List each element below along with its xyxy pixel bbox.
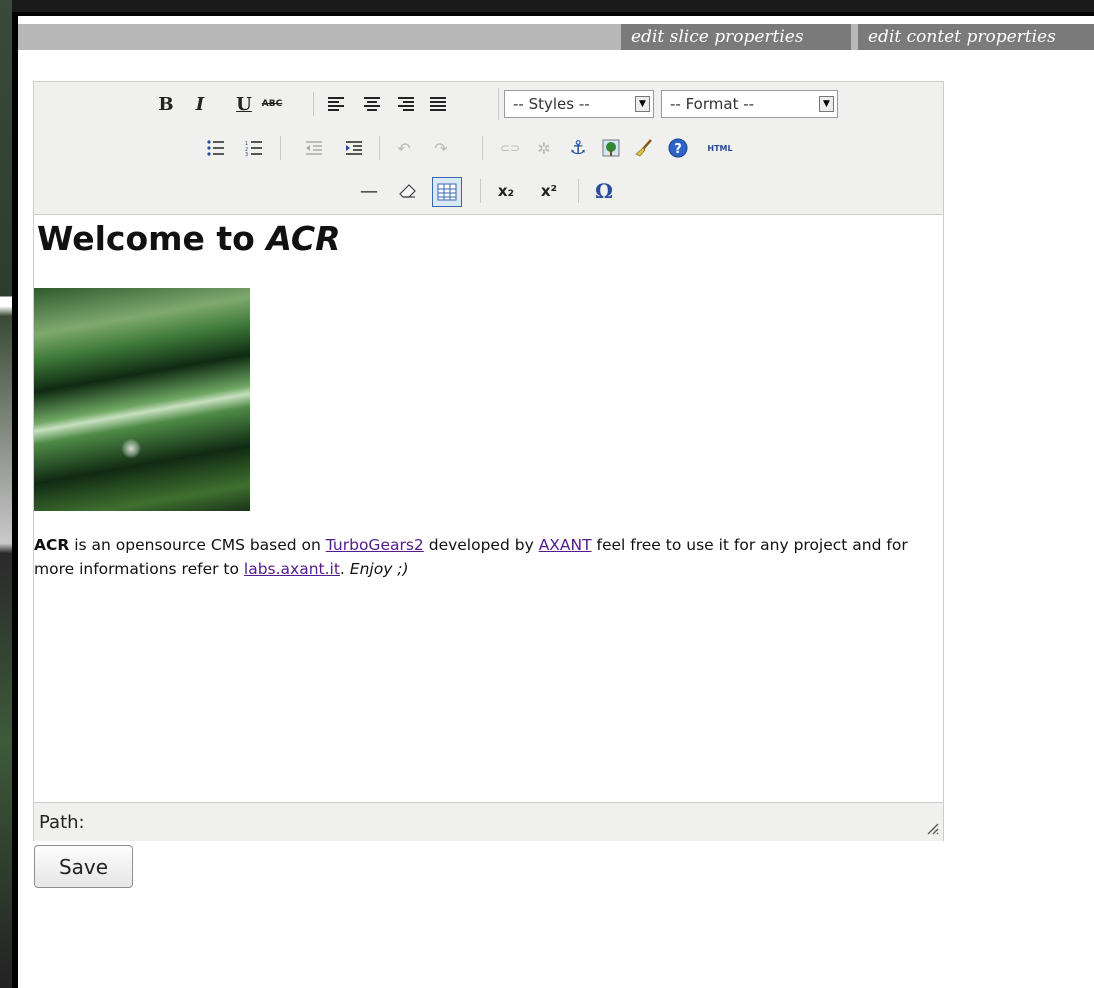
heading-emphasis: ACR <box>266 219 341 258</box>
axant-link[interactable]: AXANT <box>539 536 592 554</box>
redo-icon[interactable]: ↷ <box>429 136 453 160</box>
strikethrough-button[interactable]: ABC <box>260 92 284 116</box>
outdent-icon[interactable] <box>302 136 326 160</box>
toolbar-separator <box>578 179 579 203</box>
italic-button[interactable]: I <box>188 92 212 116</box>
chevron-down-icon: ▼ <box>819 96 834 112</box>
para-emphasis: Enjoy ;) <box>349 560 409 578</box>
tab-edit-content-properties[interactable]: edit contet properties <box>858 24 1094 50</box>
para-text: is an opensource CMS based on <box>69 536 326 554</box>
align-center-icon[interactable] <box>360 92 384 116</box>
indent-icon[interactable] <box>342 136 366 160</box>
para-text: . <box>339 560 350 578</box>
align-justify-icon[interactable] <box>426 92 450 116</box>
toolbar-separator <box>498 88 499 120</box>
toolbar-separator <box>482 136 483 160</box>
background-strip <box>0 0 12 988</box>
turbogears-link[interactable]: TurboGears2 <box>326 536 424 554</box>
horizontal-rule-icon[interactable]: — <box>357 179 381 203</box>
special-char-button[interactable]: Ω <box>592 179 616 203</box>
subscript-button[interactable]: x₂ <box>494 179 518 203</box>
tab-edit-slice-properties[interactable]: edit slice properties <box>621 24 851 50</box>
labs-axant-link[interactable]: labs.axant.it <box>244 560 340 578</box>
format-select[interactable]: -- Format -- ▼ <box>661 90 838 118</box>
tab-bar: edit slice properties edit contet proper… <box>18 24 1094 50</box>
document-paragraph: ACR is an opensource CMS based on TurboG… <box>34 533 939 581</box>
cleanup-broom-icon[interactable] <box>632 136 656 160</box>
toolbar-separator <box>379 136 380 160</box>
toolbar-separator <box>280 136 281 160</box>
svg-text:?: ? <box>674 142 682 157</box>
toolbar-separator <box>480 179 481 203</box>
align-right-icon[interactable] <box>394 92 418 116</box>
table-icon[interactable] <box>432 177 462 207</box>
para-text: developed by <box>423 536 539 554</box>
path-label: Path: <box>39 812 85 833</box>
anchor-icon[interactable]: ⚓ <box>566 136 590 160</box>
svg-text:3: 3 <box>245 152 248 156</box>
underline-button[interactable]: U <box>232 92 256 116</box>
chevron-down-icon: ▼ <box>635 96 650 112</box>
heading-text: Welcome to <box>37 219 267 258</box>
unlink-icon[interactable]: ✲ <box>532 136 556 160</box>
link-icon[interactable]: ⊂⊃ <box>498 136 522 160</box>
save-button[interactable]: Save <box>34 845 133 888</box>
bold-button[interactable]: B <box>154 92 178 116</box>
grass-dewdrop-image <box>34 288 250 511</box>
para-bold: ACR <box>34 536 70 554</box>
resize-handle-icon[interactable] <box>925 821 939 839</box>
editor-content-area[interactable]: Welcome to ACR ACR is an opensource CMS … <box>34 215 943 802</box>
toolbar-separator <box>313 92 314 116</box>
image-icon[interactable] <box>599 136 623 160</box>
eraser-icon[interactable] <box>396 179 420 203</box>
styles-select-value: -- Styles -- <box>513 95 590 113</box>
document-heading: Welcome to ACR <box>37 219 341 258</box>
editor-statusbar: Path: <box>34 802 943 841</box>
undo-icon[interactable]: ↶ <box>392 136 416 160</box>
format-select-value: -- Format -- <box>670 95 755 113</box>
editor-toolbar: B I U ABC -- Styles -- ▼ -- Format -- ▼ <box>34 82 943 215</box>
bullet-list-icon[interactable] <box>204 136 228 160</box>
rich-text-editor: B I U ABC -- Styles -- ▼ -- Format -- ▼ <box>33 81 944 841</box>
superscript-button[interactable]: x² <box>537 179 561 203</box>
align-left-icon[interactable] <box>324 92 348 116</box>
styles-select[interactable]: -- Styles -- ▼ <box>504 90 654 118</box>
html-source-button[interactable]: HTML <box>702 136 738 160</box>
help-icon[interactable]: ? <box>666 136 690 160</box>
numbered-list-icon[interactable]: 123 <box>242 136 266 160</box>
